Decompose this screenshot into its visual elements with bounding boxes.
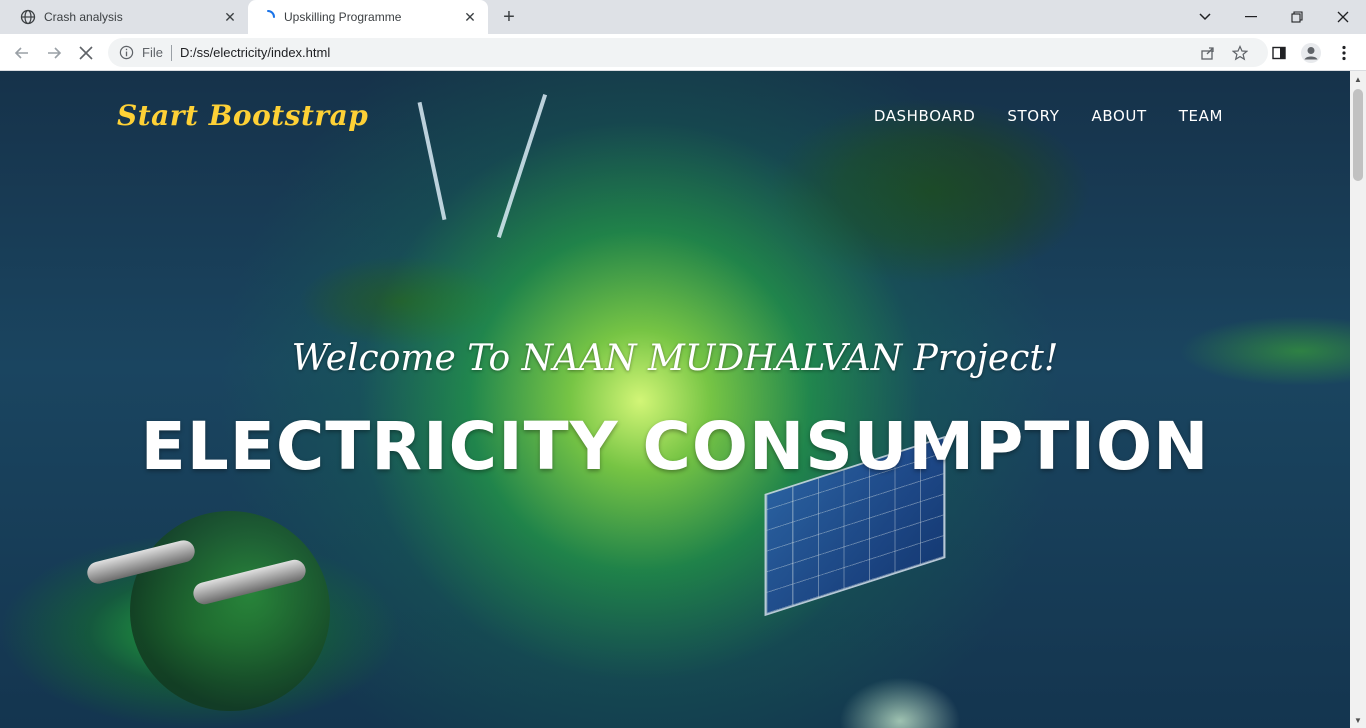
minimize-icon[interactable] <box>1228 0 1274 34</box>
tab-search-icon[interactable] <box>1182 0 1228 34</box>
globe-icon <box>20 9 36 25</box>
tab-title: Upskilling Programme <box>284 10 402 24</box>
nav-about[interactable]: ABOUT <box>1092 107 1147 125</box>
tab-strip: Crash analysis ✕ Upskilling Programme ✕ … <box>0 0 1366 34</box>
side-panel-icon[interactable] <box>1265 39 1293 67</box>
wind-turbine-decoration <box>417 101 447 221</box>
hero-heading: ELECTRICITY CONSUMPTION <box>140 408 1210 485</box>
nav-team[interactable]: TEAM <box>1179 107 1223 125</box>
wind-turbine-decoration <box>496 94 548 238</box>
url-text[interactable]: D:/ss/electricity/index.html <box>180 45 330 60</box>
page-viewport: Start Bootstrap DASHBOARD STORY ABOUT TE… <box>0 71 1350 728</box>
share-icon[interactable] <box>1194 39 1222 67</box>
address-bar[interactable]: File D:/ss/electricity/index.html <box>108 38 1268 67</box>
vertical-scrollbar[interactable]: ▲ ▼ <box>1350 71 1366 728</box>
new-tab-button[interactable]: + <box>496 5 522 29</box>
restore-icon[interactable] <box>1274 0 1320 34</box>
info-icon[interactable] <box>118 45 134 61</box>
nav-story[interactable]: STORY <box>1007 107 1059 125</box>
menu-kebab-icon[interactable] <box>1330 39 1358 67</box>
scroll-up-arrow-icon[interactable]: ▲ <box>1350 71 1366 87</box>
main-nav: DASHBOARD STORY ABOUT TEAM <box>874 107 1223 125</box>
divider <box>170 44 172 61</box>
scrollbar-thumb[interactable] <box>1353 89 1363 181</box>
back-arrow-icon[interactable] <box>8 39 36 67</box>
stop-loading-icon[interactable] <box>72 39 100 67</box>
scheme-label: File <box>142 45 163 60</box>
close-icon[interactable]: ✕ <box>220 7 240 27</box>
nav-dashboard[interactable]: DASHBOARD <box>874 107 976 125</box>
profile-avatar-icon[interactable] <box>1297 39 1325 67</box>
bookmark-star-icon[interactable] <box>1226 39 1254 67</box>
tab-title: Crash analysis <box>44 10 123 24</box>
tab-crash-analysis[interactable]: Crash analysis ✕ <box>8 0 248 34</box>
scroll-down-arrow-icon[interactable]: ▼ <box>1350 712 1366 728</box>
forward-arrow-icon[interactable] <box>40 39 68 67</box>
browser-toolbar: File D:/ss/electricity/index.html <box>0 34 1366 71</box>
brand-logo[interactable]: Start Bootstrap <box>117 99 368 132</box>
hero-subheading: Welcome To NAAN MUDHALVAN Project! <box>291 338 1059 379</box>
plug-decoration <box>130 511 330 711</box>
tab-upskilling-programme[interactable]: Upskilling Programme ✕ <box>248 0 488 34</box>
close-icon[interactable]: ✕ <box>460 7 480 27</box>
loading-spinner-icon <box>260 9 276 25</box>
close-window-icon[interactable] <box>1320 0 1366 34</box>
